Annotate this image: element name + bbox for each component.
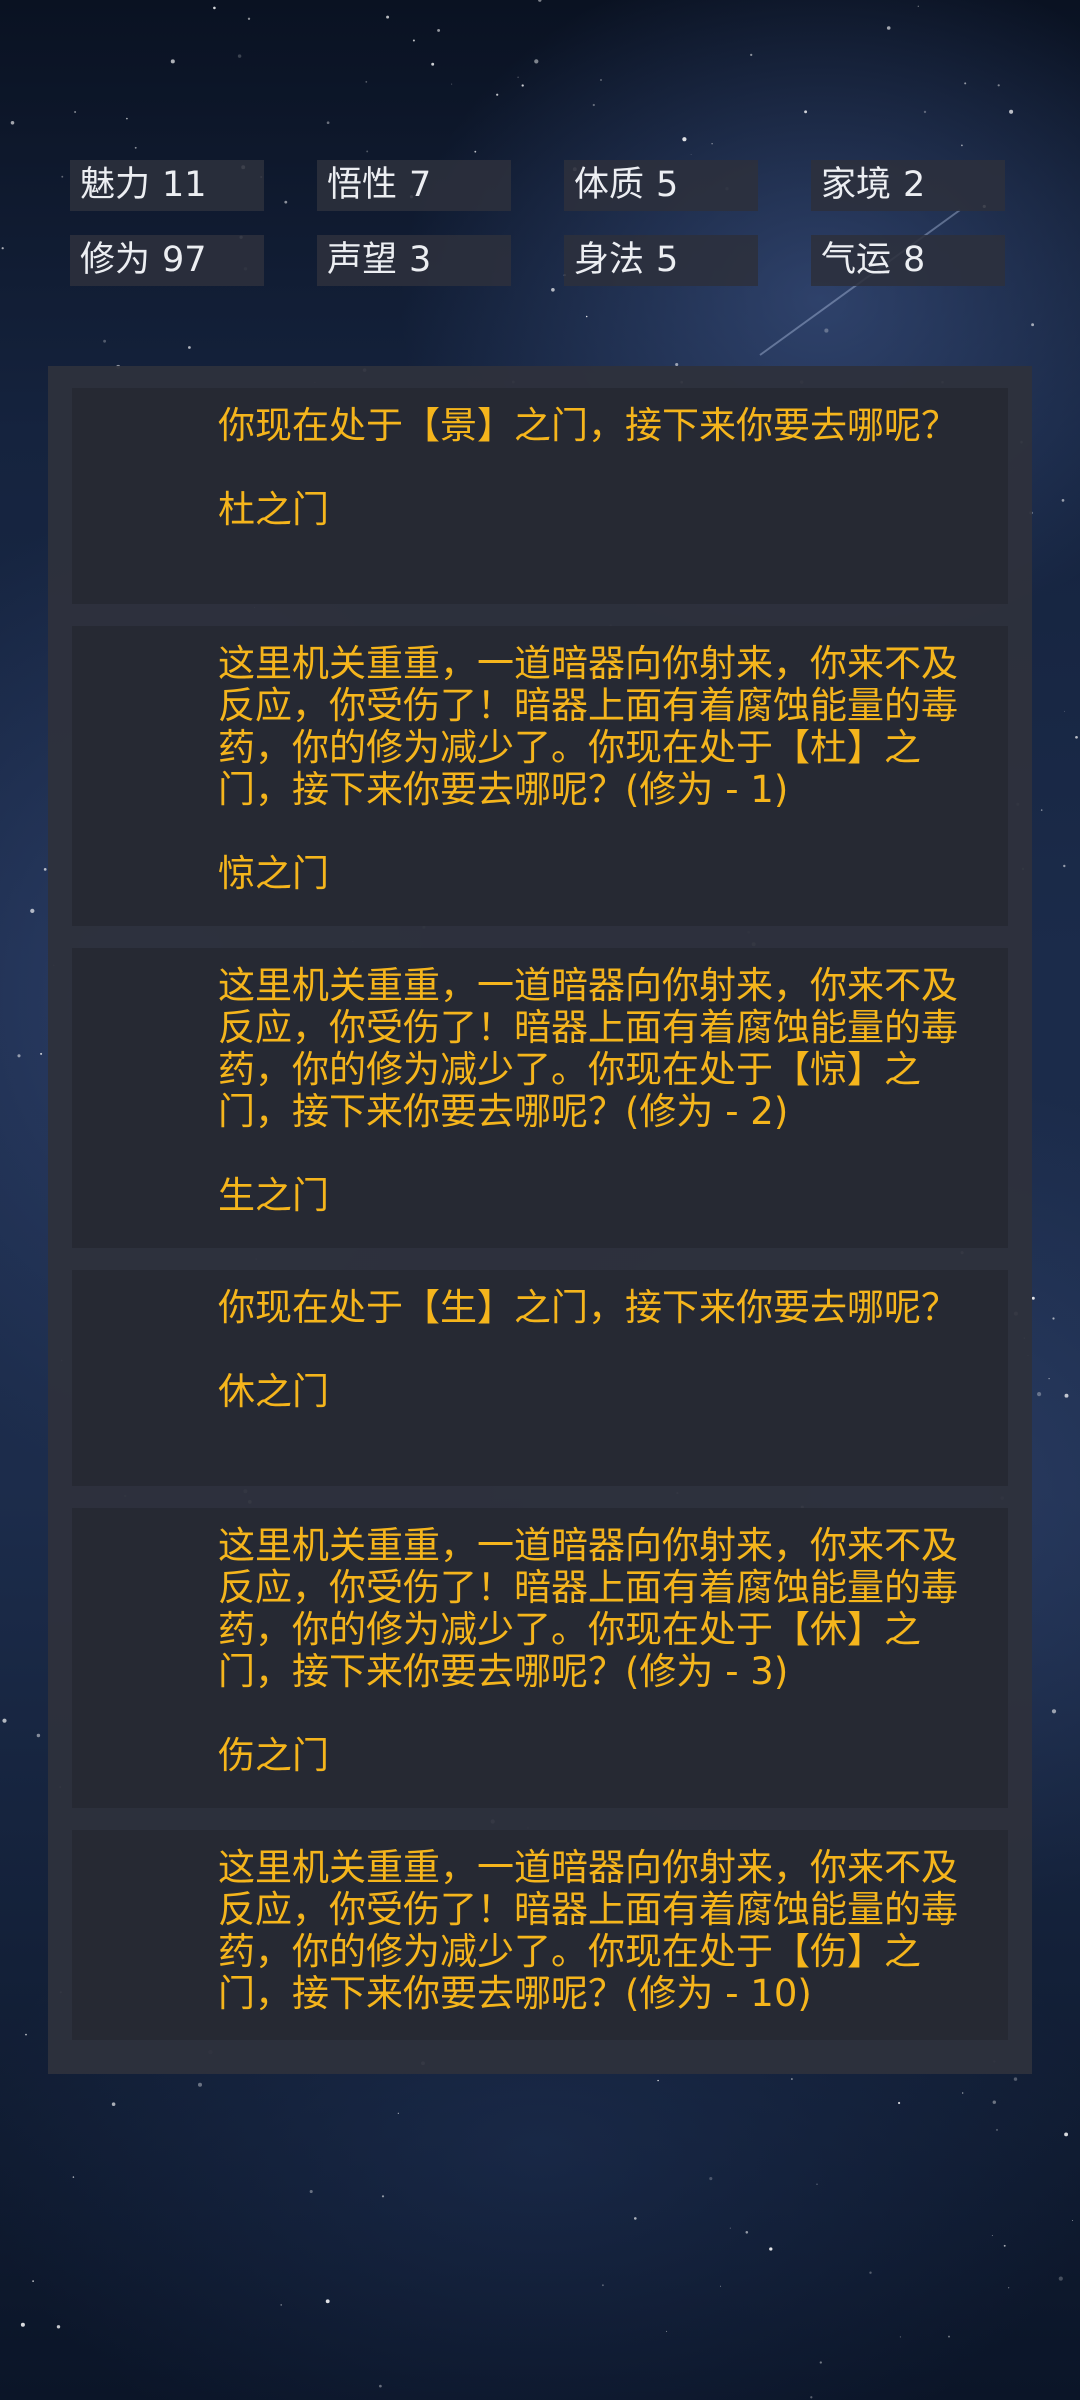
log-choice: 伤之门 (218, 1734, 329, 1777)
stat-value: 3 (409, 240, 432, 280)
log-entry: 这里机关重重，一道暗器向你射来，你来不及反应，你受伤了！暗器上面有着腐蚀能量的毒… (72, 948, 1008, 1248)
log-choice: 杜之门 (218, 488, 329, 531)
log-choice: 生之门 (218, 1174, 329, 1217)
stat-label: 家境 (821, 165, 892, 205)
stat-value: 8 (903, 240, 926, 280)
log-choice: 惊之门 (218, 852, 329, 895)
log-message: 你现在处于【景】之门，接下来你要去哪呢？ (218, 404, 958, 447)
stat-comprehension: 悟性 7 (317, 160, 511, 211)
log-message: 这里机关重重，一道暗器向你射来，你来不及反应，你受伤了！暗器上面有着腐蚀能量的毒… (218, 1524, 958, 1693)
stat-value: 7 (409, 165, 432, 205)
log-message: 你现在处于【生】之门，接下来你要去哪呢？ (218, 1286, 958, 1329)
log-entry: 这里机关重重，一道暗器向你射来，你来不及反应，你受伤了！暗器上面有着腐蚀能量的毒… (72, 1830, 1008, 2040)
stat-agility: 身法 5 (564, 235, 758, 286)
stat-value: 97 (162, 240, 207, 280)
stat-label: 悟性 (327, 165, 398, 205)
log-message: 这里机关重重，一道暗器向你射来，你来不及反应，你受伤了！暗器上面有着腐蚀能量的毒… (218, 964, 958, 1133)
stat-charm: 魅力 11 (70, 160, 264, 211)
log-choice: 休之门 (218, 1370, 329, 1413)
stat-luck: 气运 8 (811, 235, 1005, 286)
stat-constitution: 体质 5 (564, 160, 758, 211)
stat-label: 体质 (574, 165, 645, 205)
log-entry: 这里机关重重，一道暗器向你射来，你来不及反应，你受伤了！暗器上面有着腐蚀能量的毒… (72, 1508, 1008, 1808)
log-entry: 你现在处于【生】之门，接下来你要去哪呢？ 休之门 (72, 1270, 1008, 1486)
log-message: 这里机关重重，一道暗器向你射来，你来不及反应，你受伤了！暗器上面有着腐蚀能量的毒… (218, 642, 958, 811)
log-entry: 你现在处于【景】之门，接下来你要去哪呢？ 杜之门 (72, 388, 1008, 604)
attribute-panel: 魅力 11 悟性 7 体质 5 家境 2 修为 97 声望 3 身法 5 气运 8 (70, 160, 1007, 286)
stat-value: 11 (162, 165, 207, 205)
stat-label: 气运 (821, 240, 892, 280)
stat-cultivation: 修为 97 (70, 235, 264, 286)
stat-label: 声望 (327, 240, 398, 280)
stat-label: 修为 (80, 240, 151, 280)
stat-reputation: 声望 3 (317, 235, 511, 286)
stat-value: 2 (903, 165, 926, 205)
stat-label: 身法 (574, 240, 645, 280)
stat-value: 5 (656, 165, 679, 205)
stat-family: 家境 2 (811, 160, 1005, 211)
log-message: 这里机关重重，一道暗器向你射来，你来不及反应，你受伤了！暗器上面有着腐蚀能量的毒… (218, 1846, 958, 2015)
stat-value: 5 (656, 240, 679, 280)
log-entry: 这里机关重重，一道暗器向你射来，你来不及反应，你受伤了！暗器上面有着腐蚀能量的毒… (72, 626, 1008, 926)
stat-label: 魅力 (80, 165, 151, 205)
event-log-panel[interactable]: 你现在处于【景】之门，接下来你要去哪呢？ 杜之门 这里机关重重，一道暗器向你射来… (48, 366, 1032, 2074)
